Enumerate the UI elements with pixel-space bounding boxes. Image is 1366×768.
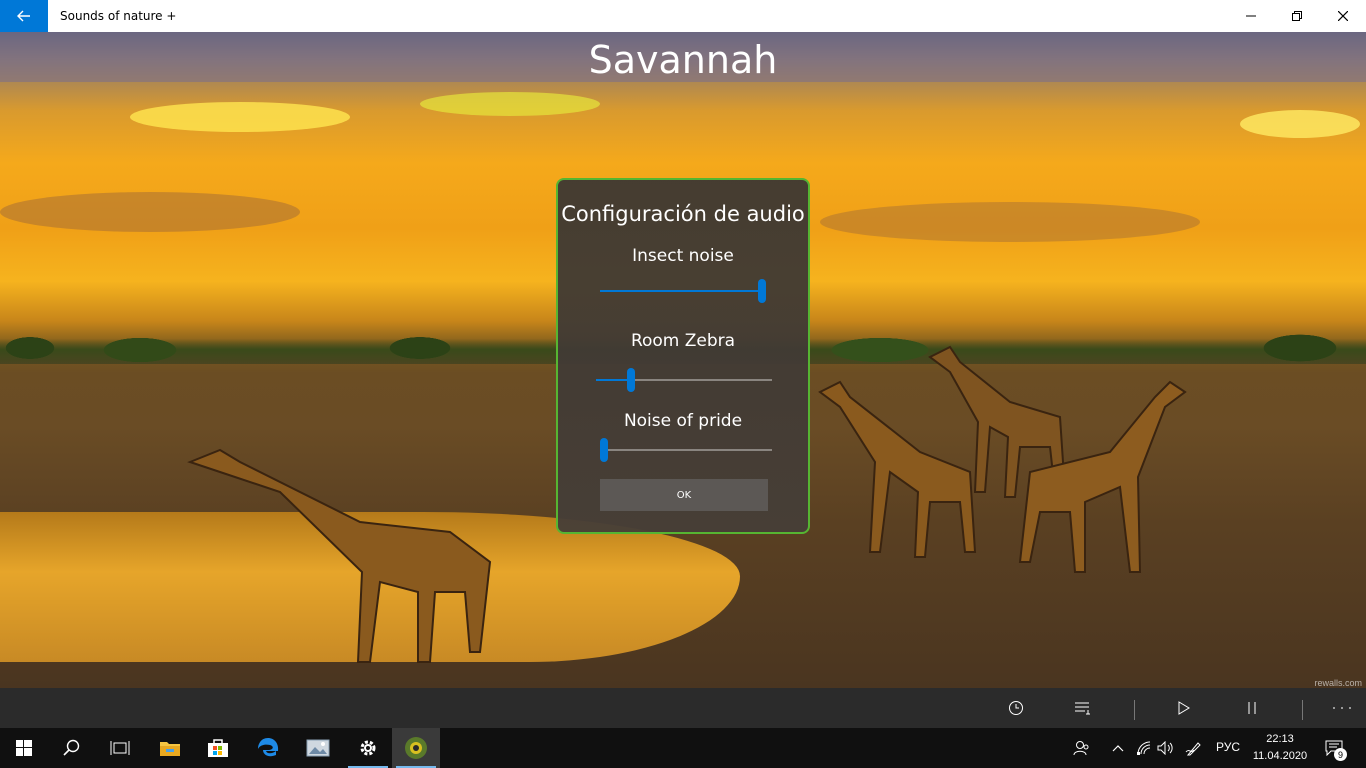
pen-workspace-button[interactable] <box>1184 738 1204 758</box>
people-icon <box>1073 741 1089 756</box>
slider-thumb[interactable] <box>627 368 636 392</box>
photos-icon <box>306 739 330 757</box>
settings-button[interactable] <box>344 728 392 768</box>
pen-icon <box>1185 742 1201 756</box>
cloud <box>1240 110 1360 138</box>
cloud <box>820 202 1200 242</box>
taskbar: РУС 22:13 11.04.2020 9 <box>0 728 1366 768</box>
giraffe-right-3 <box>1018 380 1187 573</box>
search-button[interactable] <box>48 728 96 768</box>
pause-button[interactable] <box>1240 696 1264 720</box>
giraffe-left <box>187 448 492 663</box>
edge-icon <box>258 738 279 757</box>
task-view-button[interactable] <box>96 728 144 768</box>
restore-icon <box>1292 11 1302 21</box>
pause-icon <box>1248 702 1256 714</box>
minimize-icon <box>1246 15 1256 17</box>
timer-button[interactable] <box>1004 696 1028 720</box>
title-bar: Sounds of nature + <box>0 0 1366 32</box>
minimize-button[interactable] <box>1228 0 1274 32</box>
cloud <box>0 192 300 232</box>
chevron-up-icon <box>1112 745 1124 752</box>
close-button[interactable] <box>1320 0 1366 32</box>
more-icon <box>1333 707 1351 709</box>
volume-icon <box>1157 741 1173 755</box>
task-view-icon <box>110 741 130 755</box>
ok-button[interactable]: OK <box>600 479 768 511</box>
slider-label-room-zebra: Room Zebra <box>630 331 736 351</box>
file-explorer-button[interactable] <box>146 728 194 768</box>
windows-start-icon <box>16 740 32 756</box>
network-button[interactable] <box>1134 738 1154 758</box>
window-title: Sounds of nature + <box>60 9 177 23</box>
notification-count-badge: 9 <box>1334 748 1347 761</box>
timer-icon <box>1009 701 1023 715</box>
file-explorer-icon <box>160 742 180 756</box>
people-button[interactable] <box>1072 738 1092 758</box>
play-icon <box>1178 701 1190 715</box>
slider-fill <box>600 290 766 292</box>
back-button[interactable] <box>0 0 48 32</box>
clock[interactable]: 22:13 11.04.2020 <box>1250 731 1310 765</box>
cloud <box>130 102 350 132</box>
clock-date: 11.04.2020 <box>1252 750 1308 762</box>
slider-track <box>600 449 772 451</box>
store-button[interactable] <box>194 728 242 768</box>
slider-label-insect-noise: Insect noise <box>632 246 734 266</box>
playlist-button[interactable] <box>1072 696 1096 720</box>
show-hidden-icons-button[interactable] <box>1108 738 1128 758</box>
network-icon <box>1137 741 1151 755</box>
slider-noise-of-pride[interactable] <box>600 438 772 462</box>
settings-icon <box>360 740 376 756</box>
search-icon <box>63 739 80 756</box>
edge-button[interactable] <box>244 728 292 768</box>
play-button[interactable] <box>1172 696 1196 720</box>
slider-fill <box>596 379 632 381</box>
slider-thumb[interactable] <box>758 279 766 303</box>
scene-title: Savannah <box>588 38 778 82</box>
slider-room-zebra[interactable] <box>596 368 772 392</box>
sounds-of-nature-icon <box>405 737 427 759</box>
slider-insect-noise[interactable] <box>600 279 766 303</box>
photos-button[interactable] <box>294 728 342 768</box>
clock-time: 22:13 <box>1266 733 1294 745</box>
language-indicator[interactable]: РУС <box>1216 740 1240 754</box>
cloud <box>420 92 600 116</box>
slider-thumb[interactable] <box>600 438 608 462</box>
more-button[interactable] <box>1330 696 1354 720</box>
separator <box>1134 700 1135 720</box>
dialog-title: Configuración de audio <box>561 202 805 226</box>
store-icon <box>208 739 228 757</box>
command-bar <box>0 688 1366 728</box>
watermark: rewalls.com <box>1314 678 1362 688</box>
slider-label-noise-of-pride: Noise of pride <box>623 411 743 431</box>
volume-button[interactable] <box>1156 738 1176 758</box>
start-button[interactable] <box>0 728 48 768</box>
audio-settings-dialog: Configuración de audio Insect noise Room… <box>556 178 810 534</box>
arrow-left-icon <box>17 10 30 22</box>
playlist-icon <box>1075 702 1090 715</box>
close-icon <box>1338 11 1348 21</box>
separator <box>1302 700 1303 720</box>
restore-button[interactable] <box>1274 0 1320 32</box>
sounds-of-nature-button[interactable] <box>392 728 440 768</box>
